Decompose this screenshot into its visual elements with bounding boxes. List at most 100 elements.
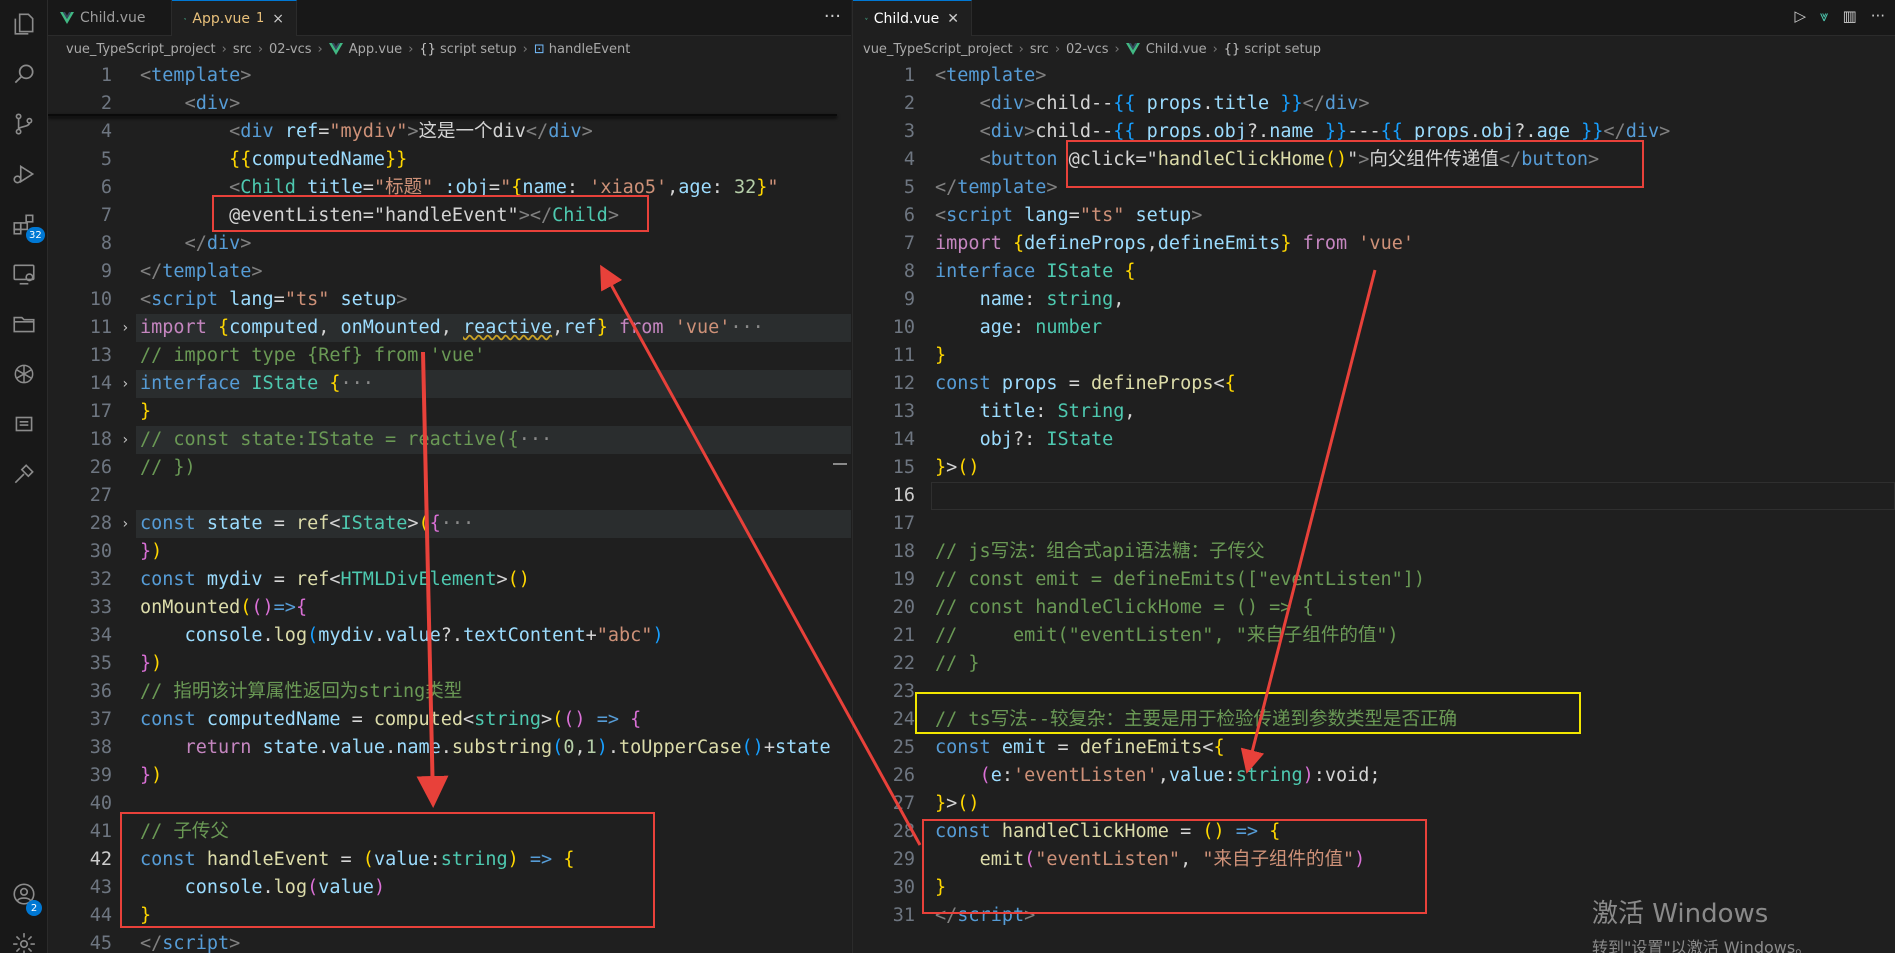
code-line[interactable]: 30}) <box>48 538 851 566</box>
line-number: 6 <box>100 177 112 198</box>
chevron-right-icon: › <box>257 41 264 57</box>
code-line[interactable]: 21 // emit("eventListen", "来自子组件的值") <box>853 622 1895 650</box>
line-number: 18 <box>892 541 915 562</box>
code-line[interactable]: 38 return state.value.name.substring(0,1… <box>48 734 851 762</box>
code-line[interactable]: 27 <box>48 482 851 510</box>
breadcrumb-item[interactable]: App.vue <box>349 42 402 57</box>
code-line[interactable]: 32 const mydiv = ref<HTMLDivElement>() <box>48 566 851 594</box>
code-line[interactable]: 16 <box>853 482 1895 510</box>
code-line[interactable]: 13 // import type {Ref} from 'vue' <box>48 342 851 370</box>
code-line[interactable]: 28 › const state = ref<IState>({··· <box>48 510 851 538</box>
breadcrumb-item[interactable]: script setup <box>440 42 517 57</box>
code-line[interactable]: 9 name: string, <box>853 286 1895 314</box>
code-text: const mydiv = ref<HTMLDivElement>() <box>140 569 530 590</box>
annotation-box-event-listener <box>212 195 649 232</box>
breadcrumb-item[interactable]: handleEvent <box>549 42 631 57</box>
remote-explorer-icon[interactable] <box>0 250 48 298</box>
tab-child-vue[interactable]: Child.vue ✕ <box>853 0 972 36</box>
code-line[interactable]: 9 </template> <box>48 258 851 286</box>
run-icon[interactable]: ▷ <box>1794 7 1806 25</box>
code-line[interactable]: 10 age: number <box>853 314 1895 342</box>
chevron-right-icon: › <box>317 41 323 57</box>
tab-app-vue[interactable]: App.vue 1 × <box>172 0 297 36</box>
code-line[interactable]: 6 <script lang="ts" setup> <box>853 202 1895 230</box>
code-line[interactable]: 39}) <box>48 762 851 790</box>
fold-chevron-icon[interactable]: › <box>121 510 129 538</box>
more-actions-icon[interactable]: ··· <box>1871 7 1885 25</box>
code-line[interactable]: 18 › // const state:IState = reactive({··· <box>48 426 851 454</box>
code-line[interactable]: 45 </script> <box>48 930 851 953</box>
account-icon[interactable]: 2 <box>0 870 48 918</box>
breadcrumb-item[interactable]: Child.vue <box>1146 42 1207 57</box>
code-line[interactable]: 15}>() <box>853 454 1895 482</box>
code-line[interactable]: 12 const props = defineProps<{ <box>853 370 1895 398</box>
code-text: } <box>935 345 947 366</box>
search-icon[interactable] <box>0 50 48 98</box>
code-line[interactable]: 4 <div ref="mydiv">这是一个div</div> <box>48 118 851 146</box>
chevron-right-icon: › <box>408 41 414 57</box>
code-line[interactable]: 36 // 指明该计算属性返回为string类型 <box>48 678 851 706</box>
code-line[interactable]: 17 <box>853 510 1895 538</box>
code-line[interactable]: 8 interface IState { <box>853 258 1895 286</box>
code-line[interactable]: 25 const emit = defineEmits<{ <box>853 734 1895 762</box>
vue-preview-icon[interactable]: ⩔ <box>1820 7 1828 25</box>
breadcrumb-item[interactable]: vue_TypeScript_project <box>66 42 216 57</box>
code-line[interactable]: 22 // } <box>853 650 1895 678</box>
code-line[interactable]: 27}>() <box>853 790 1895 818</box>
breadcrumb-item[interactable]: 02-vcs <box>269 42 312 57</box>
split-editor-icon[interactable]: ▥ <box>1843 7 1857 25</box>
code-line[interactable]: 11} <box>853 342 1895 370</box>
code-line[interactable]: 17} <box>48 398 851 426</box>
code-line[interactable]: 26 (e:'eventListen',value:string):void; <box>853 762 1895 790</box>
code-line[interactable]: 7 import {defineProps,defineEmits} from '… <box>853 230 1895 258</box>
breadcrumb-item[interactable]: src <box>1030 42 1049 57</box>
settings-gear-icon[interactable] <box>0 920 48 953</box>
breadcrumb-item[interactable]: script setup <box>1244 42 1321 57</box>
activity-bar: 32 2 <box>0 0 48 953</box>
code-line[interactable]: 35}) <box>48 650 851 678</box>
code-text: age: number <box>979 317 1103 338</box>
code-line[interactable]: 14 obj?: IState <box>853 426 1895 454</box>
code-line[interactable]: 19 // const emit = defineEmits(["eventLis… <box>853 566 1895 594</box>
line-number: 7 <box>903 233 915 254</box>
code-line[interactable]: 26 // }) <box>48 454 851 482</box>
code-text: title: String, <box>979 401 1136 422</box>
code-line[interactable]: 10 <script lang="ts" setup> <box>48 286 851 314</box>
fold-chevron-icon[interactable]: › <box>121 370 129 398</box>
tab-child-vue[interactable]: Child.vue <box>48 0 172 36</box>
run-debug-icon[interactable] <box>0 150 48 198</box>
code-line[interactable]: 20 // const handleClickHome = () => { <box>853 594 1895 622</box>
folder-icon[interactable] <box>0 300 48 348</box>
code-line[interactable]: 8 </div> <box>48 230 851 258</box>
chevron-right-icon: › <box>522 41 528 57</box>
tools-icon[interactable] <box>0 450 48 498</box>
code-line[interactable]: 34 console.log(mydiv.value?.textContent+… <box>48 622 851 650</box>
code-line[interactable]: 5 {{computedName}} <box>48 146 851 174</box>
openai-icon[interactable] <box>0 350 48 398</box>
explorer-icon[interactable] <box>0 0 48 48</box>
extensions-icon[interactable]: 32 <box>0 200 48 248</box>
breadcrumb-item[interactable]: src <box>233 42 252 57</box>
source-control-icon[interactable] <box>0 100 48 148</box>
code-line[interactable]: 2 <div>child--{{ props.title }}</div> <box>853 90 1895 118</box>
code-line[interactable]: 37 const computedName = computed<string>(… <box>48 706 851 734</box>
close-icon[interactable]: ✕ <box>947 11 959 27</box>
code-line[interactable]: 18 // js写法：组合式api语法糖：子传父 <box>853 538 1895 566</box>
fold-chevron-icon[interactable]: › <box>121 426 129 454</box>
more-actions-icon[interactable]: ··· <box>824 6 841 27</box>
code-line[interactable]: 11 › import {computed, onMounted, reactive… <box>48 314 851 342</box>
breadcrumb-item[interactable]: vue_TypeScript_project <box>863 42 1013 57</box>
code-line[interactable]: 33 onMounted(()=>{ <box>48 594 851 622</box>
code-line[interactable]: 14 › interface IState {··· <box>48 370 851 398</box>
code-text: const emit = defineEmits<{ <box>935 737 1225 758</box>
vue-file-icon <box>1125 43 1140 55</box>
code-line[interactable]: 1 <template> <box>48 62 851 90</box>
account-badge: 2 <box>26 900 42 916</box>
code-line[interactable]: 13 title: String, <box>853 398 1895 426</box>
output-icon[interactable] <box>0 400 48 448</box>
close-icon[interactable]: × <box>272 11 284 27</box>
code-text: // 指明该计算属性返回为string类型 <box>140 681 463 702</box>
breadcrumb-item[interactable]: 02-vcs <box>1066 42 1109 57</box>
fold-chevron-icon[interactable]: › <box>121 314 129 342</box>
code-line[interactable]: 1 <template> <box>853 62 1895 90</box>
